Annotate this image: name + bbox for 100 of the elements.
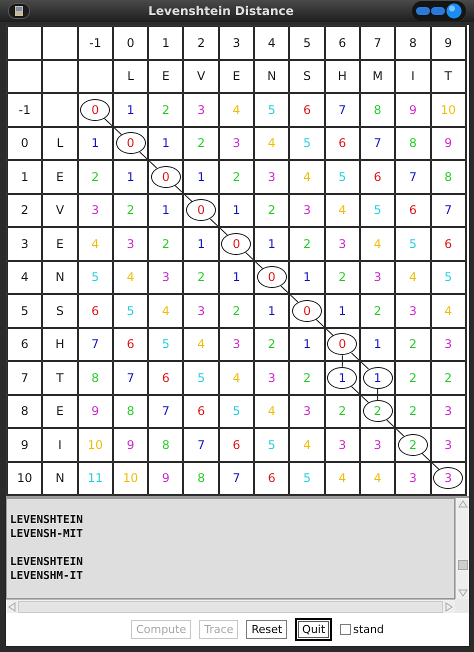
column-index: 2 xyxy=(184,27,218,58)
distance-value: 6 xyxy=(338,137,346,150)
scroll-up-icon[interactable] xyxy=(456,498,468,510)
circled-value: 2 xyxy=(362,400,393,422)
distance-value: 5 xyxy=(303,137,311,150)
distance-value: 1 xyxy=(232,271,240,284)
distance-value: 6 xyxy=(232,438,240,451)
circled-value: 0 xyxy=(327,333,358,356)
distance-value: 3 xyxy=(409,304,417,317)
maximize-button[interactable] xyxy=(431,7,445,15)
distance-value: 2 xyxy=(338,405,346,418)
row-index: 4 xyxy=(8,262,42,293)
circled-value: 2 xyxy=(398,434,428,456)
trace-line xyxy=(342,354,343,368)
checkbox-label: stand xyxy=(353,623,384,636)
distance-value: 1 xyxy=(126,170,134,183)
scroll-thumb[interactable] xyxy=(458,560,468,570)
action-button[interactable]: Reset xyxy=(246,620,288,639)
distance-value: 2 xyxy=(338,271,346,284)
distance-value: 5 xyxy=(268,438,276,451)
distance-value: 4 xyxy=(232,372,240,384)
circled-value: 0 xyxy=(116,132,146,154)
distance-value: 6 xyxy=(303,104,311,116)
distance-value: 1 xyxy=(197,238,205,250)
checkbox-icon[interactable] xyxy=(340,624,352,635)
distance-value: 4 xyxy=(374,472,382,484)
distance-value: 1 xyxy=(126,104,134,116)
app-icon[interactable] xyxy=(8,3,30,19)
column-index: 0 xyxy=(114,27,148,58)
distance-value: 7 xyxy=(126,372,134,384)
scroll-down-icon[interactable] xyxy=(456,587,468,599)
column-index: 6 xyxy=(326,27,359,58)
distance-value: 1 xyxy=(374,338,382,350)
distance-value: 3 xyxy=(303,204,311,216)
row-index: 2 xyxy=(8,194,42,226)
distance-value: 4 xyxy=(91,238,100,250)
distance-value: 5 xyxy=(162,338,170,350)
distance-value: 3 xyxy=(268,372,276,384)
row-letter: L xyxy=(43,128,77,159)
distance-value: 7 xyxy=(409,170,417,183)
row-letter: N xyxy=(43,262,77,293)
trace-line xyxy=(139,151,158,169)
distance-value: 7 xyxy=(232,472,240,484)
column-index: 9 xyxy=(432,27,465,58)
distance-value: 3 xyxy=(303,405,311,418)
minimize-button[interactable] xyxy=(416,7,430,15)
stand-checkbox[interactable]: stand xyxy=(340,623,384,636)
column-index: 1 xyxy=(149,27,182,58)
distance-value: 6 xyxy=(91,304,100,317)
row-index: 1 xyxy=(8,161,42,192)
row-letter: E xyxy=(43,228,77,260)
column-index: 8 xyxy=(396,27,430,58)
distance-value: 6 xyxy=(444,238,452,250)
distance-value: 3 xyxy=(232,338,240,350)
distance-value: 10 xyxy=(122,472,138,484)
row-letter: T xyxy=(43,362,77,394)
distance-value: 4 xyxy=(303,170,311,183)
distance-value: 4 xyxy=(268,137,276,150)
column-letter: E xyxy=(220,60,254,92)
trace-line xyxy=(386,419,404,437)
distance-value: 1 xyxy=(338,304,346,317)
distance-value: 10 xyxy=(440,104,456,116)
distance-value: 4 xyxy=(303,438,311,451)
distance-value: 5 xyxy=(268,104,276,116)
distance-value: 7 xyxy=(444,204,452,216)
distance-value: 2 xyxy=(162,104,170,116)
trace-line xyxy=(104,118,122,136)
circled-value: 1 xyxy=(327,366,358,389)
distance-value: 2 xyxy=(162,238,170,250)
row-index: -1 xyxy=(8,94,42,126)
action-button[interactable]: Quit xyxy=(295,618,332,641)
distance-value: 1 xyxy=(268,238,276,250)
distance-value: 1 xyxy=(162,137,170,150)
horizontal-scrollbar[interactable] xyxy=(6,599,455,613)
distance-value: 4 xyxy=(374,238,382,250)
distance-value: 2 xyxy=(303,372,311,384)
output-text-area[interactable]: LEVENSHTEIN LEVENSH-MIT LEVENSHTEIN LEVENSHM-IT xyxy=(6,498,455,599)
distance-value: 2 xyxy=(409,372,417,384)
distance-value: 2 xyxy=(444,372,452,384)
distance-value: 2 xyxy=(409,338,417,350)
distance-value: 8 xyxy=(91,372,100,384)
distance-value: 4 xyxy=(126,271,134,284)
alignment-line: LEVENSHTEIN xyxy=(10,555,84,569)
circled-value: 0 xyxy=(80,98,110,121)
distance-value: 6 xyxy=(374,170,382,183)
row-index: 5 xyxy=(8,295,42,326)
column-letter: H xyxy=(326,60,359,92)
circled-value: 0 xyxy=(186,199,216,222)
alignment-line: LEVENSHTEIN xyxy=(10,513,84,527)
distance-value: 2 xyxy=(126,204,134,216)
vertical-scrollbar[interactable] xyxy=(455,498,469,599)
row-letter: I xyxy=(43,429,77,460)
distance-value: 3 xyxy=(338,238,346,250)
trace-line xyxy=(422,452,440,470)
distance-value: 1 xyxy=(162,204,170,216)
row-letter: E xyxy=(43,396,77,427)
distance-value: 4 xyxy=(232,104,240,116)
distance-value: 7 xyxy=(374,137,382,150)
distance-value: 6 xyxy=(197,405,205,418)
close-button[interactable] xyxy=(446,3,462,19)
